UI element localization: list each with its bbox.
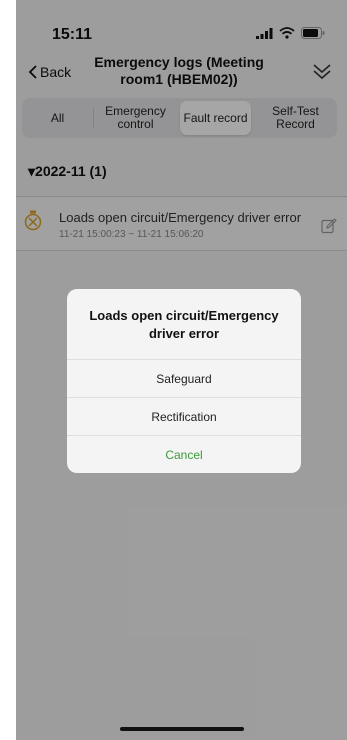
screen-edge <box>0 0 16 740</box>
cancel-button[interactable]: Cancel <box>67 435 301 473</box>
app-screen: 15:11 Back Emergency logs (Meeting room1… <box>0 0 347 740</box>
modal-title: Loads open circuit/Emergency driver erro… <box>89 308 279 341</box>
fault-action-sheet: Loads open circuit/Emergency driver erro… <box>67 289 301 473</box>
rectification-button[interactable]: Rectification <box>67 397 301 436</box>
safeguard-button[interactable]: Safeguard <box>67 359 301 398</box>
home-indicator <box>120 727 244 731</box>
